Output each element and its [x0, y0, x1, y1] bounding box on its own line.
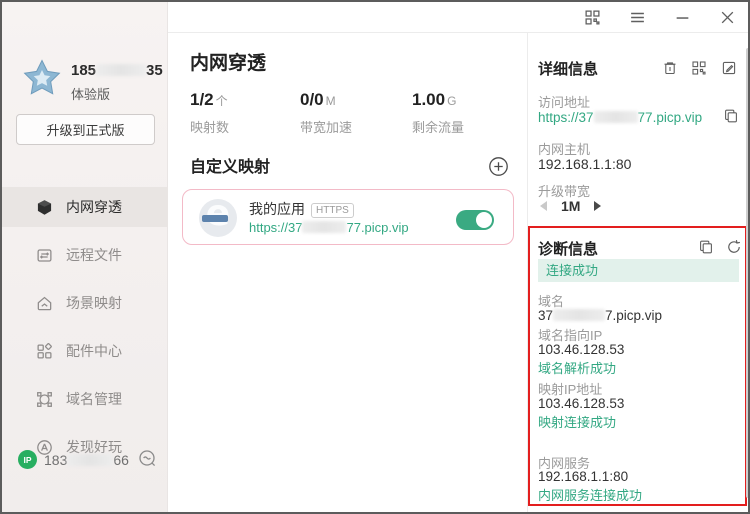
mapping-name: 我的应用HTTPS — [249, 199, 354, 219]
domain-ip-value: 103.46.128.53 — [538, 342, 624, 357]
redacted-text — [594, 111, 638, 123]
sidebar-item-remote-files[interactable]: 远程文件 — [2, 235, 168, 275]
stat-bandwidth: 0/0M 带宽加速 — [300, 90, 352, 136]
edit-icon[interactable] — [721, 60, 737, 76]
footer-phone: 18366 — [44, 452, 129, 468]
sidebar-item-accessories[interactable]: 配件中心 — [2, 331, 168, 371]
decrease-arrow-icon[interactable] — [540, 201, 547, 211]
accessories-icon — [36, 343, 53, 360]
service-value: 192.168.1.1:80 — [538, 469, 628, 484]
domain-manage-icon — [36, 391, 53, 408]
increase-arrow-icon[interactable] — [594, 201, 601, 211]
host-value: 192.168.1.1:80 — [538, 156, 631, 172]
scene-mapping-icon — [36, 295, 53, 312]
delete-icon[interactable] — [662, 60, 678, 76]
redacted-text — [553, 309, 605, 321]
diagnostic-panel-title: 诊断信息 — [538, 238, 598, 259]
mapping-toggle[interactable] — [456, 210, 494, 230]
mapping-url[interactable]: https://3777.picp.vip — [249, 220, 409, 235]
copy-icon[interactable] — [698, 239, 714, 255]
refresh-icon[interactable] — [726, 239, 742, 255]
map-ip-value: 103.46.128.53 — [538, 396, 624, 411]
redacted-text — [67, 454, 113, 466]
account-phone: 18535 — [71, 62, 163, 79]
app-icon: e — [199, 199, 237, 237]
sidebar-item-scene-mapping[interactable]: 场景映射 — [2, 283, 168, 323]
domain-value: 377.picp.vip — [538, 308, 662, 323]
custom-mapping-title: 自定义映射 — [190, 153, 270, 177]
stat-traffic: 1.00G 剩余流量 — [412, 90, 464, 136]
sidebar-item-label: 远程文件 — [66, 245, 122, 265]
redacted-text — [302, 221, 346, 233]
close-icon[interactable] — [719, 9, 736, 26]
qr-code-icon[interactable] — [691, 60, 707, 76]
detail-panel-title: 详细信息 — [538, 58, 598, 79]
titlebar — [168, 2, 750, 33]
ip-badge: IP — [18, 450, 37, 469]
upgrade-button[interactable]: 升级到正式版 — [16, 114, 155, 145]
connection-status-banner: 连接成功 — [538, 259, 739, 282]
mapping-card[interactable]: e 我的应用HTTPS https://3777.picp.vip — [182, 189, 514, 245]
domain-status: 域名解析成功 — [538, 358, 616, 377]
minimize-icon[interactable] — [674, 9, 691, 26]
panel-divider — [527, 33, 528, 512]
bandwidth-stepper: 1M — [540, 198, 601, 214]
cube-icon — [36, 199, 53, 216]
network-check-icon[interactable] — [138, 449, 158, 469]
menu-icon[interactable] — [629, 9, 646, 26]
sidebar-item-label: 场景映射 — [66, 293, 122, 313]
copy-icon[interactable] — [723, 108, 739, 124]
qr-scan-icon[interactable] — [584, 9, 601, 26]
account-plan: 体验版 — [71, 84, 110, 103]
sidebar-item-nat-traversal[interactable]: 内网穿透 — [2, 187, 168, 227]
app-window: 18535 体验版 升级到正式版 内网穿透 远程文件 场景映射 — [0, 0, 750, 514]
plus-circle-icon[interactable] — [488, 156, 509, 177]
remote-file-icon — [36, 247, 53, 264]
protocol-badge: HTTPS — [311, 203, 354, 218]
sidebar-item-label: 配件中心 — [66, 341, 122, 361]
page-title: 内网穿透 — [190, 48, 266, 75]
map-status: 映射连接成功 — [538, 412, 616, 431]
scrollbar[interactable] — [746, 48, 750, 498]
sidebar-item-label: 内网穿透 — [66, 197, 122, 217]
access-url[interactable]: https://3777.picp.vip — [538, 110, 702, 125]
star-icon — [22, 58, 62, 98]
sidebar: 18535 体验版 升级到正式版 内网穿透 远程文件 场景映射 — [2, 2, 168, 512]
stat-mapping-count: 1/2个 映射数 — [190, 90, 229, 136]
redacted-text — [96, 64, 146, 76]
sidebar-item-label: 域名管理 — [66, 389, 122, 409]
sidebar-item-domain-manage[interactable]: 域名管理 — [2, 379, 168, 419]
bandwidth-value: 1M — [561, 198, 580, 214]
service-status: 内网服务连接成功 — [538, 485, 642, 504]
address-label: 访问地址 — [538, 92, 590, 111]
